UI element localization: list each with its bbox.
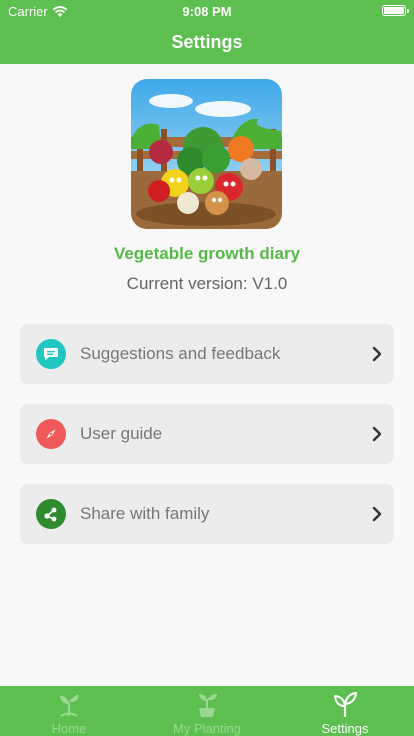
chevron-right-icon [372,346,382,362]
share-family-row[interactable]: Share with family [20,484,394,544]
share-icon [36,499,66,529]
tab-label-settings: Settings [321,721,369,736]
sprout-icon [60,694,79,717]
battery-icon [382,5,409,16]
tab-label-home: Home [51,721,87,736]
chevron-right-icon [372,426,382,442]
page-title: Settings [171,32,243,52]
tab-label-my-planting: My Planting [173,721,241,736]
app-name: Vegetable growth diary [113,244,301,263]
user-guide-row[interactable]: User guide [20,404,394,464]
tab-my-planting[interactable]: My Planting [167,686,247,736]
status-bar: Carrier 9:08 PM [0,0,414,22]
chevron-right-icon [372,506,382,522]
app-version: Current version: V1.0 [126,274,288,293]
suggestions-feedback-row[interactable]: Suggestions and feedback [20,324,394,384]
tab-settings[interactable]: Settings [310,686,380,736]
menu-label-suggestions: Suggestions and feedback [80,344,281,363]
status-time: 9:08 PM [182,4,232,19]
potted-plant-icon [199,693,217,717]
header: Carrier 9:08 PM Settings [0,0,414,64]
menu-label-share: Share with family [80,504,210,523]
leaf-icon [333,691,358,717]
menu-label-user-guide: User guide [80,424,163,443]
compass-icon [36,419,66,449]
tab-bar: Home My Planting Settings [0,686,414,736]
chat-icon [36,339,66,369]
app-logo [131,79,282,229]
tab-home[interactable]: Home [39,686,99,736]
